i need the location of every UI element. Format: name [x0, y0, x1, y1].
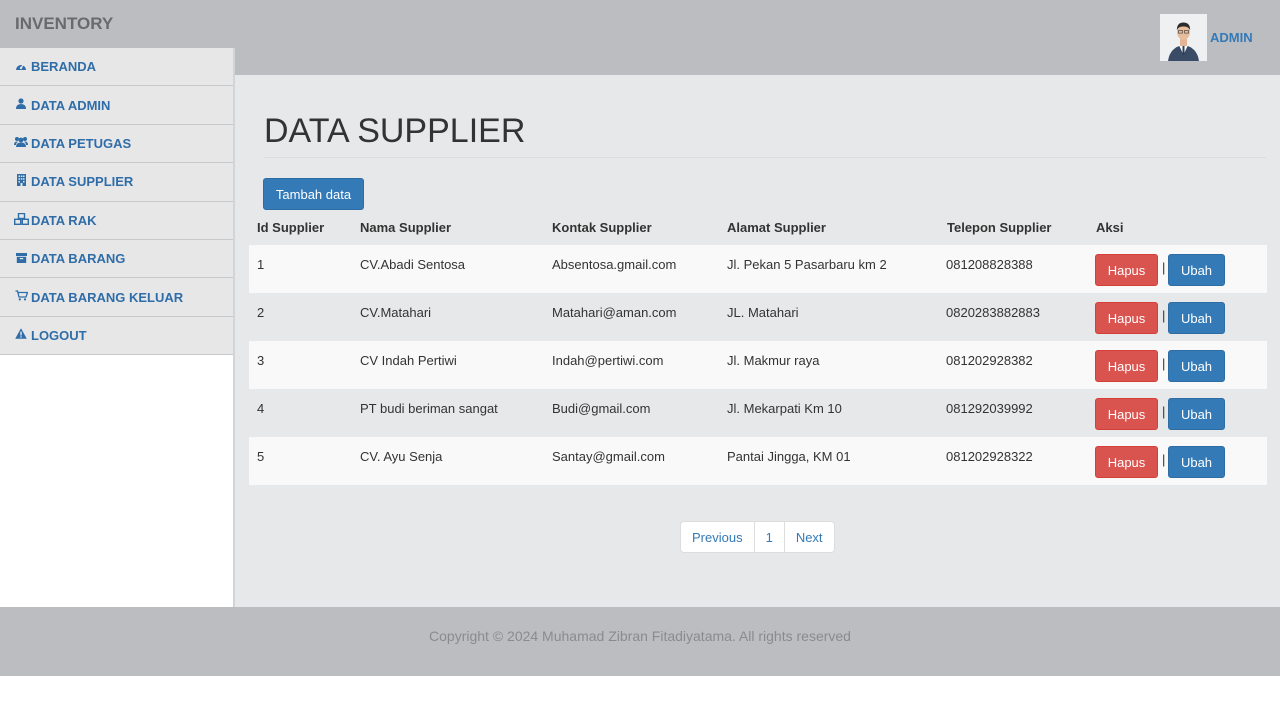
- cell-telepon: 081292039992: [946, 401, 1033, 416]
- archive-icon: [14, 252, 28, 266]
- user-icon: [14, 98, 28, 112]
- footer: Copyright © 2024 Muhamad Zibran Fitadiya…: [0, 607, 1280, 676]
- table-row: 2 CV.Matahari Matahari@aman.com JL. Mata…: [249, 293, 1267, 341]
- add-data-button[interactable]: Tambah data: [263, 178, 364, 210]
- column-header-id: Id Supplier: [257, 220, 325, 235]
- sidebar-item-data-rak[interactable]: DATA RAK: [0, 201, 233, 240]
- edit-button[interactable]: Ubah: [1168, 302, 1225, 334]
- sidebar-item-data-admin[interactable]: DATA ADMIN: [0, 86, 233, 125]
- sidebar-item-label: LOGOUT: [31, 327, 87, 343]
- delete-button[interactable]: Hapus: [1095, 254, 1158, 286]
- cell-nama: CV. Ayu Senja: [360, 449, 443, 464]
- sidebar-item-data-petugas[interactable]: DATA PETUGAS: [0, 124, 233, 164]
- edit-button[interactable]: Ubah: [1168, 254, 1225, 286]
- sidebar-item-label: DATA BARANG: [31, 251, 126, 267]
- cell-id: 2: [257, 305, 265, 320]
- column-header-nama: Nama Supplier: [360, 220, 452, 235]
- page-title: DATA SUPPLIER: [264, 112, 526, 150]
- cell-nama: PT budi beriman sangat: [360, 401, 498, 416]
- delete-button[interactable]: Hapus: [1095, 446, 1158, 478]
- cell-telepon: 081202928322: [946, 449, 1033, 464]
- sidebar-item-label: DATA SUPPLIER: [31, 174, 134, 190]
- copyright-text: Copyright © 2024 Muhamad Zibran Fitadiya…: [429, 628, 851, 644]
- supplier-table-body: 1 CV.Abadi Sentosa Absentosa.gmail.com J…: [249, 245, 1267, 485]
- cell-alamat: JL. Matahari: [727, 305, 799, 320]
- pagination: Previous 1 Next: [680, 521, 835, 553]
- sidebar-item-label: BERANDA: [31, 59, 96, 75]
- delete-button[interactable]: Hapus: [1095, 398, 1158, 430]
- cell-alamat: Pantai Jingga, KM 01: [727, 449, 851, 464]
- title-divider: [264, 157, 1266, 158]
- column-header-kontak: Kontak Supplier: [552, 220, 652, 235]
- cart-icon: [14, 290, 28, 304]
- pagination-previous[interactable]: Previous: [681, 522, 754, 552]
- cell-telepon: 081202928382: [946, 353, 1033, 368]
- edit-button[interactable]: Ubah: [1168, 446, 1225, 478]
- action-separator: |: [1162, 404, 1166, 419]
- delete-button[interactable]: Hapus: [1095, 302, 1158, 334]
- sidebar-item-logout[interactable]: LOGOUT: [0, 316, 233, 356]
- cell-id: 4: [257, 401, 265, 416]
- delete-button[interactable]: Hapus: [1095, 350, 1158, 382]
- cell-id: 3: [257, 353, 265, 368]
- users-icon: [14, 136, 28, 150]
- brand-title[interactable]: INVENTORY: [15, 14, 113, 34]
- sidebar-item-label: DATA BARANG KELUAR: [31, 289, 184, 305]
- column-header-telepon: Telepon Supplier: [947, 220, 1052, 235]
- cell-nama: CV.Matahari: [360, 305, 432, 320]
- edit-button[interactable]: Ubah: [1168, 350, 1225, 382]
- cell-alamat: Jl. Mekarpati Km 10: [727, 401, 842, 416]
- sidebar-item-beranda[interactable]: BERANDA: [0, 48, 233, 87]
- table-header: Id Supplier Nama Supplier Kontak Supplie…: [249, 215, 1267, 245]
- cell-nama: CV Indah Pertiwi: [360, 353, 457, 368]
- warning-icon: [14, 328, 28, 342]
- pagination-page-1[interactable]: 1: [753, 522, 784, 552]
- sidebar-item-data-barang[interactable]: DATA BARANG: [0, 239, 233, 279]
- cubes-icon: [13, 212, 30, 228]
- cell-kontak: Indah@pertiwi.com: [552, 353, 664, 368]
- cell-telepon: 081208828388: [946, 257, 1033, 272]
- table-row: 5 CV. Ayu Senja Santay@gmail.com Pantai …: [249, 437, 1267, 485]
- building-icon: [14, 174, 28, 189]
- table-row: 4 PT budi beriman sangat Budi@gmail.com …: [249, 389, 1267, 437]
- cell-kontak: Budi@gmail.com: [552, 401, 651, 416]
- cell-kontak: Santay@gmail.com: [552, 449, 665, 464]
- user-photo-icon[interactable]: [1160, 14, 1207, 61]
- table-row: 1 CV.Abadi Sentosa Absentosa.gmail.com J…: [249, 245, 1267, 293]
- action-separator: |: [1162, 260, 1166, 275]
- sidebar-item-label: DATA RAK: [31, 212, 97, 228]
- action-separator: |: [1162, 308, 1166, 323]
- pagination-next[interactable]: Next: [783, 522, 834, 552]
- cell-id: 5: [257, 449, 265, 464]
- column-header-aksi: Aksi: [1096, 220, 1124, 235]
- dashboard-icon: [14, 60, 28, 74]
- sidebar-item-data-supplier[interactable]: DATA SUPPLIER: [0, 163, 233, 202]
- cell-nama: CV.Abadi Sentosa: [360, 257, 466, 272]
- sidebar: BERANDA DATA ADMIN DATA PETUGAS DATA SUP…: [0, 48, 235, 607]
- cell-kontak: Absentosa.gmail.com: [552, 257, 677, 272]
- cell-id: 1: [257, 257, 265, 272]
- column-header-alamat: Alamat Supplier: [727, 220, 826, 235]
- cell-alamat: Jl. Makmur raya: [727, 353, 820, 368]
- table-row: 3 CV Indah Pertiwi Indah@pertiwi.com Jl.…: [249, 341, 1267, 389]
- cell-alamat: Jl. Pekan 5 Pasarbaru km 2: [727, 257, 887, 272]
- edit-button[interactable]: Ubah: [1168, 398, 1225, 430]
- cell-telepon: 0820283882883: [946, 305, 1040, 320]
- sidebar-item-data-barang-keluar[interactable]: DATA BARANG KELUAR: [0, 278, 233, 317]
- sidebar-item-label: DATA PETUGAS: [31, 135, 132, 151]
- action-separator: |: [1162, 452, 1166, 467]
- cell-kontak: Matahari@aman.com: [552, 305, 677, 320]
- admin-user-link[interactable]: ADMIN: [1210, 30, 1253, 45]
- sidebar-item-label: DATA ADMIN: [31, 97, 111, 113]
- action-separator: |: [1162, 356, 1166, 371]
- main-content: DATA SUPPLIER Tambah data Id Supplier Na…: [235, 75, 1280, 607]
